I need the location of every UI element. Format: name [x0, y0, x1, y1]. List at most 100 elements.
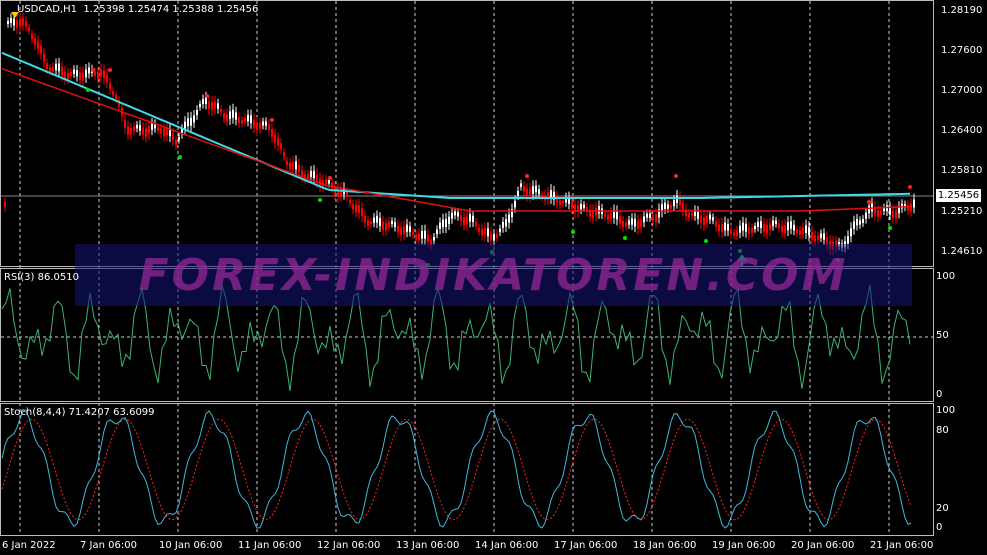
candle-body: [262, 121, 264, 126]
candle-body: [127, 126, 129, 135]
candle-body: [643, 216, 645, 223]
candle-body: [145, 128, 147, 137]
candle-body: [538, 189, 540, 195]
candle-body: [193, 115, 195, 123]
symbol-header: USDCAD,H1 1.25398 1.25474 1.25388 1.2545…: [17, 4, 258, 16]
candle-body: [721, 224, 723, 232]
candle-body: [448, 216, 450, 225]
candle-body: [649, 213, 651, 218]
candle-body: [298, 164, 300, 173]
candle-body: [433, 236, 435, 241]
candle-body: [208, 101, 210, 110]
candle-body: [598, 206, 600, 214]
candle-body: [151, 123, 153, 130]
signal-dot-buy: [86, 88, 90, 92]
candle-body: [625, 222, 627, 227]
candle-body: [397, 225, 399, 233]
candle-body: [43, 54, 45, 62]
candle-body: [289, 162, 291, 170]
candle-body: [856, 219, 858, 226]
candle-body: [232, 109, 234, 118]
candle-body: [634, 218, 636, 227]
candle-body: [793, 224, 795, 231]
signal-dot-buy: [571, 230, 575, 234]
candle-body: [328, 180, 330, 184]
candle-body: [70, 71, 72, 76]
slow-ma-line: [1, 51, 911, 199]
candle-body: [268, 124, 270, 131]
candle-body: [349, 199, 351, 203]
signal-dot-buy: [704, 239, 708, 243]
candle-body: [889, 207, 891, 215]
candle-body: [295, 161, 297, 170]
candle-body: [82, 72, 84, 81]
candle-body: [142, 127, 144, 135]
candle-body: [97, 72, 99, 79]
candle-body: [352, 204, 354, 210]
current-price-label: 1.25456: [936, 189, 981, 202]
candle-body: [64, 71, 66, 80]
candle-body: [148, 126, 150, 134]
candle-body: [460, 215, 462, 222]
stoch-level: 100: [936, 405, 956, 416]
candle-body: [493, 234, 495, 241]
ohlc-close: 1.25456: [216, 4, 259, 15]
stoch-title: Stoch(8,4,4) 71.4207 63.6099: [4, 407, 155, 418]
symbol-label: USDCAD,H1: [17, 4, 77, 15]
candle-body: [280, 143, 282, 150]
candle-body: [532, 186, 534, 194]
candle-body: [484, 228, 486, 236]
price-tick: 1.25210: [941, 206, 983, 217]
candle-body: [457, 212, 459, 217]
candle-body: [718, 224, 720, 232]
candle-body: [880, 210, 882, 215]
candle-body: [469, 214, 471, 222]
candle-body: [451, 212, 453, 219]
watermark-banner: FOREX-INDIKATOREN.COM: [75, 244, 912, 306]
candle-body: [751, 228, 753, 234]
candle-body: [739, 225, 741, 233]
candle-body: [499, 228, 501, 233]
time-label: 12 Jan 06:00: [317, 540, 381, 551]
price-tick: 1.24610: [941, 246, 983, 257]
candle-body: [226, 114, 228, 121]
candle-body: [109, 82, 111, 90]
candle-body: [730, 229, 732, 235]
candle-body: [733, 232, 735, 236]
candle-body: [310, 170, 312, 177]
candle-body: [655, 214, 657, 222]
candle-body: [418, 233, 420, 241]
candle-body: [199, 103, 201, 108]
candle-body: [529, 188, 531, 197]
candle-body: [346, 191, 348, 197]
candle-body: [604, 213, 606, 218]
candle-body: [886, 205, 888, 212]
candle-body: [238, 117, 240, 123]
candle-body: [514, 200, 516, 208]
signal-dot-sell: [108, 68, 112, 72]
candle-body: [691, 212, 693, 217]
chart-window[interactable]: FOREX-INDIKATOREN.COM USDCAD,H1 1.25398 …: [0, 0, 987, 555]
candle-body: [139, 125, 141, 131]
candle-body: [94, 71, 96, 76]
candle-body: [847, 236, 849, 244]
candle-body: [427, 234, 429, 242]
stoch-signal-line: [1, 418, 912, 521]
candle-body: [736, 230, 738, 236]
candle-body: [445, 219, 447, 227]
candle-body: [688, 213, 690, 218]
signal-dot-buy: [623, 236, 627, 240]
rsi-title: RSI(3) 86.0510: [4, 272, 79, 283]
candle-body: [361, 208, 363, 217]
candle-body: [364, 215, 366, 223]
candle-body: [796, 229, 798, 234]
candle-body: [370, 221, 372, 225]
time-label: 19 Jan 06:00: [712, 540, 776, 551]
candle-body: [16, 20, 18, 28]
candle-body: [409, 226, 411, 232]
candle-body: [160, 128, 162, 134]
time-label: 18 Jan 06:00: [633, 540, 697, 551]
candle-body: [112, 91, 114, 96]
candle-body: [466, 216, 468, 225]
candle-body: [313, 170, 315, 179]
